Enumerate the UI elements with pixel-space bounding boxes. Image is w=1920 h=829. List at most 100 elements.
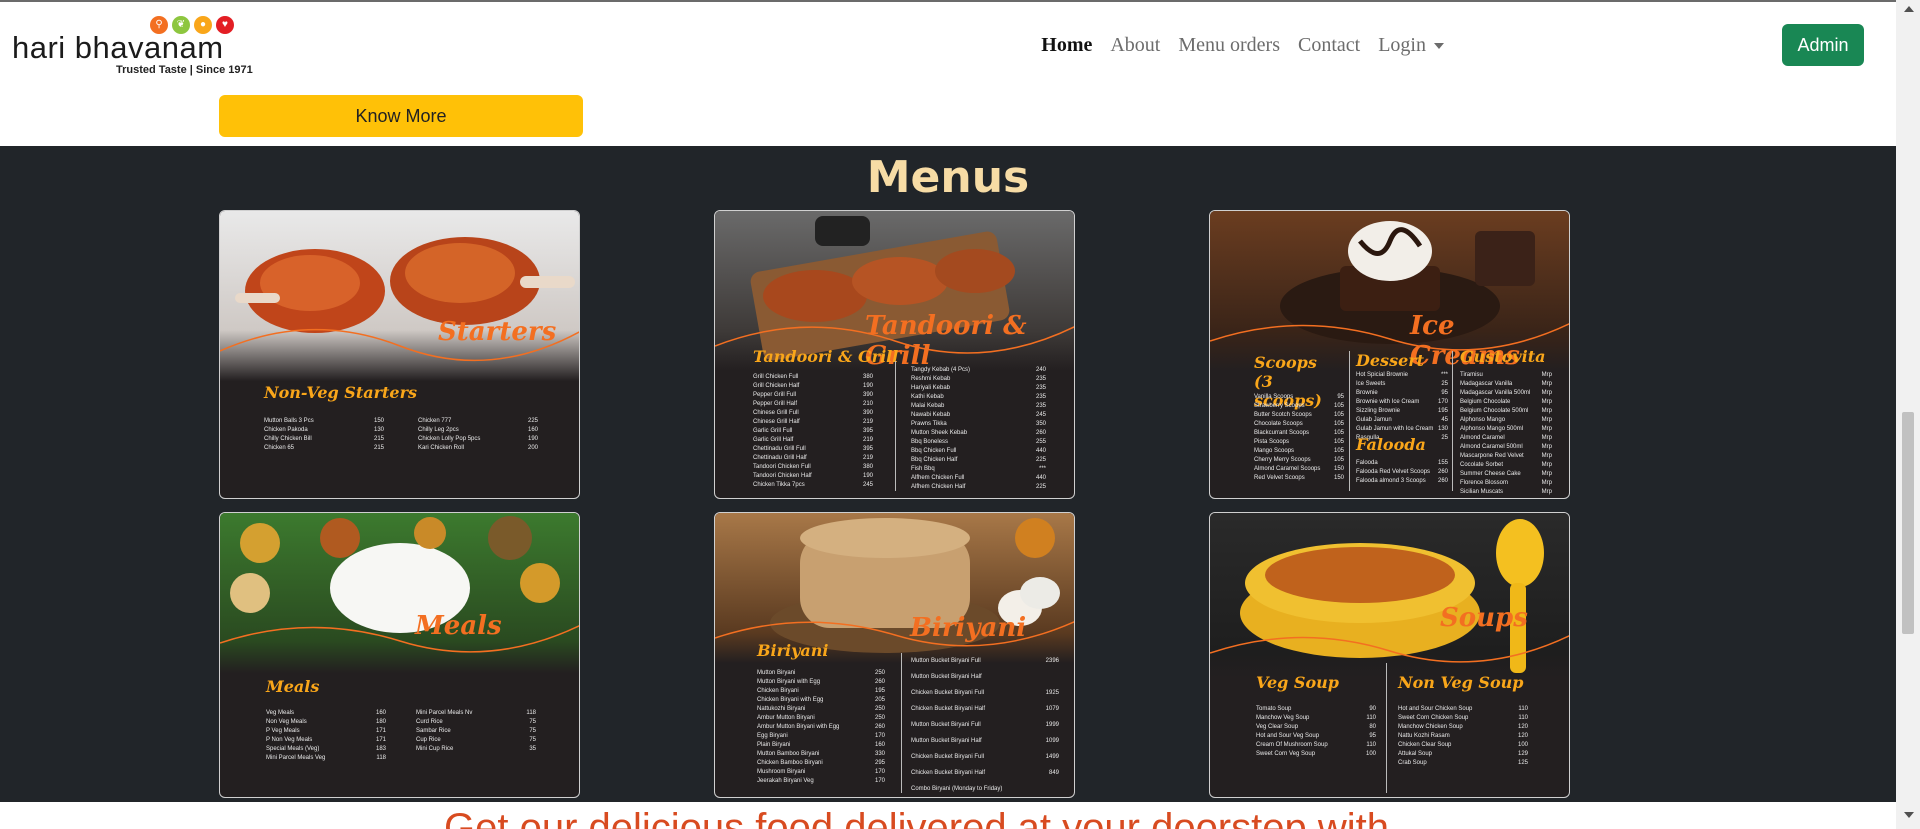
menu-item-row: Reshmi Kebab 235 xyxy=(911,375,1046,384)
menu-item-name: Chicken Pakoda xyxy=(264,427,308,433)
menu-item-row: Cocolate Sorbet Mrp xyxy=(1460,461,1552,470)
menu-item-name: Mutton Bucket Biryani Half xyxy=(911,674,982,680)
menu-item-name: Curd Rice xyxy=(416,719,443,725)
nav-menu-orders[interactable]: Menu orders xyxy=(1178,34,1280,57)
menu-card-meals[interactable]: Meals Meals Veg Meals 160 Non Veg Meals 180… xyxy=(219,512,580,798)
menu-item-row: Cup Rice 75 xyxy=(416,736,536,745)
menu-item-price: Mrp xyxy=(1541,372,1552,378)
menu-item-price: *** xyxy=(1440,372,1448,378)
menu-item-row: Sicilian Muscats Mrp xyxy=(1460,488,1552,497)
menu-item-price: Mrp xyxy=(1542,497,1552,498)
menu-item-price: 210 xyxy=(862,401,873,407)
menu-item-price: Mrp xyxy=(1541,417,1552,423)
nav-home[interactable]: Home xyxy=(1041,34,1092,57)
menu-item-name: Veg Clear Soup xyxy=(1256,724,1299,730)
nav-login-dropdown[interactable]: Login xyxy=(1378,34,1444,57)
menu-item-name: Chilly Leg 2pcs xyxy=(418,427,459,433)
menu-item-name: Brownie with Ice Cream xyxy=(1356,399,1420,405)
page: ⚲ ❦ ● ♥ hari bhavanam Trusted Taste | Si… xyxy=(0,0,1896,829)
menu-item-row: Garlic Grill Full 395 xyxy=(753,427,873,436)
menu-card-starters[interactable]: Starters Non-Veg Starters Mutton Balls 3… xyxy=(219,210,580,499)
menu-item-row: Red Velvet Scoops 150 xyxy=(1254,474,1344,483)
menu-item-price: 155 xyxy=(1437,460,1448,466)
menu-item-name: Hot Spicial Brownie xyxy=(1356,372,1409,378)
menu-item-name: Mutton Bucket Biryani Full xyxy=(911,658,981,664)
menu-item-name: Nawabi Kebab xyxy=(911,412,951,418)
menu-item-name: Malai Kebab xyxy=(911,403,945,409)
menu-item-price: 95 xyxy=(1369,733,1376,739)
menu-card-tandoori[interactable]: Tandoori & Grill Tandoori & Grill Grill … xyxy=(714,210,1075,499)
menu-item-row: Malai Kebab 235 xyxy=(911,402,1046,411)
card-title: Starters xyxy=(438,317,557,347)
menu-item-name: Brownie xyxy=(1356,390,1378,396)
logo[interactable]: ⚲ ❦ ● ♥ hari bhavanam Trusted Taste | Si… xyxy=(12,16,253,76)
menu-item-price: 190 xyxy=(862,473,873,479)
menu-item-row: Sweet Corn Veg Soup 100 xyxy=(1256,750,1376,759)
menu-item-price: Mrp xyxy=(1541,480,1552,486)
menu-item-name: Chicken Biryani with Egg xyxy=(757,697,824,703)
menu-item-price: 440 xyxy=(1035,448,1046,454)
menu-item-name: Madagascar Vanilla xyxy=(1460,381,1513,387)
menu-item-row: Chettinadu Grill Full 395 xyxy=(753,445,873,454)
menu-item-row: Egg Biryani 170 xyxy=(757,732,885,741)
menu-item-row: Gulab Jamun with Ice Cream 130 xyxy=(1356,425,1448,434)
menu-item-row: Pista Scoops 105 xyxy=(1254,438,1344,447)
menu-card-ice-creams[interactable]: Ice Creams Scoops (3 scoops) Vanilla Sco… xyxy=(1209,210,1570,499)
menu-item-row: Mini Parcel Meals Nv 118 xyxy=(416,709,536,718)
nav-contact[interactable]: Contact xyxy=(1298,34,1360,57)
menu-item-price: 235 xyxy=(1035,403,1046,409)
menu-item-name: Grill Chicken Full xyxy=(753,374,799,380)
items-left: Tomato Soup 90 Manchow Veg Soup 110 Veg Clea… xyxy=(1256,705,1376,759)
know-more-button[interactable]: Know More xyxy=(219,95,583,137)
menu-item-row: Chicken Bamboo Biryani 295 xyxy=(757,759,885,768)
menu-item-price: Mrp xyxy=(1541,390,1552,396)
menu-item-name: Jeerakah Biryani Veg xyxy=(757,778,814,784)
menu-item-price: 160 xyxy=(375,710,386,716)
menu-item-name: Hot and Sour Chicken Soup xyxy=(1398,706,1473,712)
menu-item-price: 80 xyxy=(1369,724,1376,730)
vertical-scrollbar[interactable] xyxy=(1896,0,1920,829)
column-divider xyxy=(1386,663,1387,793)
menu-item-row: Chicken Biryani 195 xyxy=(757,687,885,696)
menu-item-price: 170 xyxy=(1437,399,1448,405)
section-title: Dessert xyxy=(1356,351,1425,370)
scroll-down-arrow-icon[interactable] xyxy=(1904,812,1914,818)
menu-item-price: 225 xyxy=(527,418,538,424)
nav-about[interactable]: About xyxy=(1110,34,1160,57)
delivery-heading: Get our delicious food delivered at your… xyxy=(444,806,1389,829)
menu-item-price: 75 xyxy=(529,737,536,743)
menu-item-row: Chicken Biryani with Egg 205 xyxy=(757,696,885,705)
menu-item-row: Mutton Bucket Biryani Half xyxy=(911,669,1059,685)
menu-item-row: Jeerakah Biryani Veg 170 xyxy=(757,777,885,786)
menu-item-row: Chicken Bucket Biryani Half 1079 xyxy=(911,701,1059,717)
menu-item-price: 105 xyxy=(1333,448,1344,454)
menu-item-name: Butter Scotch Scoops xyxy=(1254,412,1312,418)
scroll-thumb[interactable] xyxy=(1902,412,1914,634)
menu-item-row: Mushroom Biryani 170 xyxy=(757,768,885,777)
menu-item-row: Ambur Mutton Biryani with Egg 260 xyxy=(757,723,885,732)
menu-item-price: 105 xyxy=(1333,430,1344,436)
menu-item-name: Vanilla Scoops xyxy=(1254,394,1294,400)
menu-card-biriyani[interactable]: Biriyani Biriyani Mutton Biryani 250 Mutto… xyxy=(714,512,1075,798)
admin-button[interactable]: Admin xyxy=(1782,24,1864,66)
menu-item-price: 190 xyxy=(527,436,538,442)
menu-item-row: Tangdy Kebab (4 Pcs) 240 xyxy=(911,366,1046,375)
menu-item-row: Pepper Grill Half 210 xyxy=(753,400,873,409)
menu-item-row: Tandoori Chicken Half 190 xyxy=(753,472,873,481)
menu-item-price: 260 xyxy=(874,679,885,685)
menu-item-row: Mascarpone Red Velvet Mrp xyxy=(1460,452,1552,461)
menu-item-row: Belgium Chocolate Mrp xyxy=(1460,398,1552,407)
menu-item-name: Chicken Tikka 7pcs xyxy=(753,482,805,488)
menu-item-name: Mushroom Biryani xyxy=(757,769,806,775)
menu-item-price: 1999 xyxy=(1045,722,1059,728)
menu-item-name: Tangdy Kebab (4 Pcs) xyxy=(911,367,971,373)
menu-item-name: Strawberry Scoops xyxy=(1254,403,1305,409)
menu-item-name: Sweet Corn Veg Soup xyxy=(1256,751,1316,757)
scroll-up-arrow-icon[interactable] xyxy=(1904,6,1914,12)
menu-item-name: Mini Parcel Meals Veg xyxy=(266,755,326,761)
menu-item-price: 170 xyxy=(874,733,885,739)
menu-item-price: 105 xyxy=(1333,457,1344,463)
menu-item-name: Madagascar Vanilla 500ml xyxy=(1460,390,1531,396)
menu-card-soups[interactable]: Soups Veg Soup Tomato Soup 90 Manchow Veg … xyxy=(1209,512,1570,798)
menu-item-row: Alfhem Chicken Half 225 xyxy=(911,483,1046,492)
